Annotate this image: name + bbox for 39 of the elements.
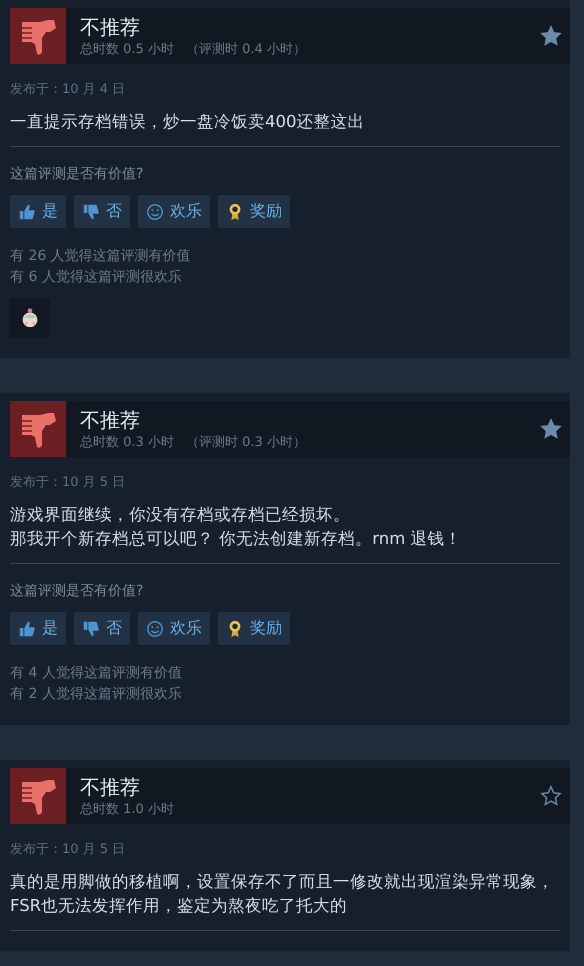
review-text: 游戏界面继续，你没有存档或存档已经损坏。 bbox=[10, 504, 351, 526]
vote-count: 有 4 人觉得这篇评测有价值 bbox=[10, 664, 183, 683]
review-verdict: 不推荐 bbox=[80, 14, 141, 40]
review-verdict: 不推荐 bbox=[80, 407, 141, 433]
review-text: 一直提示存档错误，炒一盘冷饭卖400还整这出 bbox=[10, 111, 366, 133]
playtime: 总时数 1.0 小时 bbox=[80, 801, 174, 818]
yes-button[interactable]: 是 bbox=[10, 195, 66, 228]
star-icon[interactable] bbox=[540, 25, 562, 47]
playtime: 总时数 0.3 小时 bbox=[80, 434, 174, 451]
yes-button[interactable]: 是 bbox=[10, 612, 66, 645]
thumbs-down-icon bbox=[82, 620, 100, 638]
review-text: 那我开个新存档总可以吧？ 你无法创建新存档。rnm 退钱！ bbox=[10, 528, 463, 550]
posted-date: 发布于：10 月 5 日 bbox=[10, 841, 126, 859]
award-sticker[interactable] bbox=[10, 298, 50, 338]
posted-date: 发布于：10 月 4 日 bbox=[10, 81, 126, 99]
playtime: 总时数 0.5 小时 bbox=[80, 41, 174, 58]
award-button[interactable]: 奖励 bbox=[218, 195, 290, 228]
playtime-at-review: （评测时 0.3 小时） bbox=[186, 434, 306, 451]
thumbs-up-icon bbox=[18, 202, 36, 220]
smiley-icon bbox=[146, 620, 164, 638]
star-icon[interactable] bbox=[540, 418, 562, 440]
vote-count: 有 26 人觉得这篇评测有价值 bbox=[10, 247, 192, 266]
helpful-question: 这篇评测是否有价值? bbox=[10, 582, 144, 600]
posted-date: 发布于：10 月 5 日 bbox=[10, 474, 126, 492]
review-text: 真的是用脚做的移植啊，设置保存不了而且一修改就出现渲染异常现象，FSR也无法发挥作用，鉴定为熬夜吃了托大的 bbox=[10, 871, 555, 917]
star-icon[interactable] bbox=[540, 785, 562, 807]
thumbs-up-icon bbox=[18, 620, 36, 638]
vote-count: 有 6 人觉得这篇评测很欢乐 bbox=[10, 268, 183, 287]
no-button[interactable]: 否 bbox=[74, 195, 130, 228]
helpful-question: 这篇评测是否有价值? bbox=[10, 165, 144, 183]
smiley-icon bbox=[146, 202, 164, 220]
funny-button[interactable]: 欢乐 bbox=[138, 612, 210, 645]
no-button[interactable]: 否 bbox=[74, 612, 130, 645]
award-button[interactable]: 奖励 bbox=[218, 612, 290, 645]
vote-count: 有 2 人觉得这篇评测很欢乐 bbox=[10, 685, 183, 704]
funny-button[interactable]: 欢乐 bbox=[138, 195, 210, 228]
thumbs-down-icon bbox=[82, 202, 100, 220]
playtime-at-review: （评测时 0.4 小时） bbox=[186, 41, 306, 58]
review-verdict: 不推荐 bbox=[80, 774, 141, 800]
